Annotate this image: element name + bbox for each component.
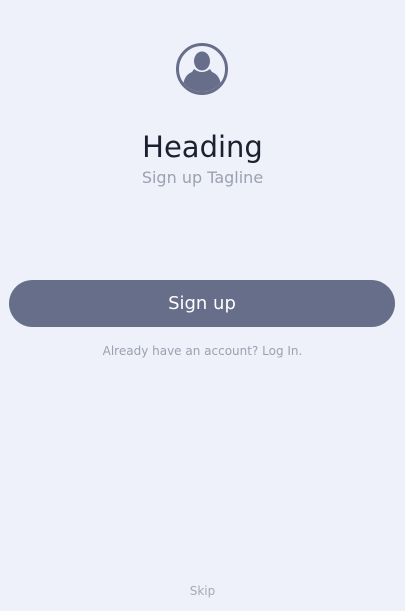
user-avatar-icon <box>175 42 229 96</box>
sign-up-button[interactable]: Sign up <box>9 280 395 327</box>
log-in-link[interactable]: Already have an account? Log In. <box>0 343 405 359</box>
page-tagline: Sign up Tagline <box>141 168 264 187</box>
skip-link[interactable]: Skip <box>0 583 405 599</box>
signup-screen: Heading Sign up Tagline Sign up Already … <box>0 0 405 611</box>
page-title: Heading <box>142 130 263 164</box>
